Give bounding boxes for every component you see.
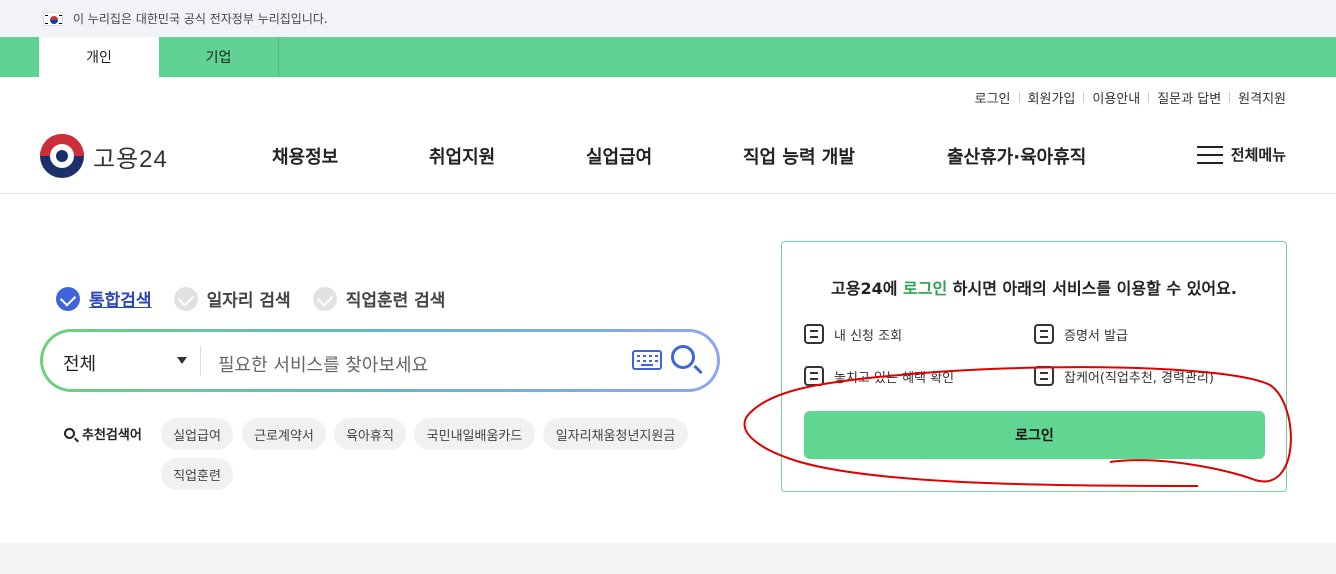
nav-unemployment-benefit[interactable]: 실업급여 bbox=[586, 143, 652, 169]
search-type-options: 통합검색 일자리 검색 직업훈련 검색 bbox=[56, 286, 467, 311]
service-certificate[interactable]: 증명서 발급 bbox=[1034, 324, 1128, 344]
util-signup-link[interactable]: 회원가입 bbox=[1028, 88, 1076, 107]
keyword-chip[interactable]: 국민내일배움카드 bbox=[414, 418, 535, 450]
site-logo[interactable]: 고용24 bbox=[40, 134, 168, 178]
search-option-training[interactable]: 직업훈련 검색 bbox=[312, 286, 446, 311]
util-guide-link[interactable]: 이용안내 bbox=[1092, 88, 1140, 107]
login-button[interactable]: 로그인 bbox=[804, 411, 1265, 459]
audience-tabbar: 개인 기업 bbox=[0, 37, 1336, 77]
gov-emblem-icon bbox=[40, 134, 84, 178]
nav-jobs[interactable]: 채용정보 bbox=[272, 143, 338, 169]
keyword-chip[interactable]: 일자리채움청년지원금 bbox=[543, 418, 688, 450]
search-icon bbox=[64, 428, 75, 439]
keyword-chip[interactable]: 육아휴직 bbox=[334, 418, 406, 450]
checklist-icon bbox=[804, 324, 824, 344]
search-option-integrated[interactable]: 통합검색 bbox=[56, 286, 152, 311]
service-label: 잡케어(직업추천, 경력관리) bbox=[1064, 370, 1214, 386]
career-icon bbox=[1034, 366, 1054, 386]
tab-business[interactable]: 기업 bbox=[159, 37, 279, 77]
search-option-label: 직업훈련 검색 bbox=[345, 291, 446, 311]
header-divider bbox=[0, 193, 1336, 194]
search-option-label: 통합검색 bbox=[89, 291, 152, 311]
caret-down-icon[interactable] bbox=[177, 357, 187, 364]
korean-flag-icon bbox=[43, 11, 63, 26]
service-jobcare[interactable]: 잡케어(직업추천, 경력관리) bbox=[1034, 366, 1214, 386]
footer-band bbox=[0, 543, 1336, 574]
certificate-icon bbox=[1034, 324, 1054, 344]
service-label: 증명서 발급 bbox=[1064, 328, 1128, 344]
search-scope-select[interactable]: 전체 bbox=[63, 350, 96, 376]
divider bbox=[1229, 92, 1231, 103]
util-qna-link[interactable]: 질문과 답변 bbox=[1157, 88, 1221, 107]
divider bbox=[1018, 92, 1020, 103]
keyword-chip[interactable]: 실업급여 bbox=[161, 418, 233, 450]
gov-banner: 이 누리집은 대한민국 공식 전자정부 누리집입니다. bbox=[0, 0, 1336, 37]
divider bbox=[1148, 92, 1150, 103]
gov-banner-text: 이 누리집은 대한민국 공식 전자정부 누리집입니다. bbox=[73, 12, 328, 26]
checked-icon bbox=[56, 286, 80, 311]
unchecked-icon bbox=[312, 286, 337, 311]
search-box: 전체 필요한 서비스를 찾아보세요 bbox=[40, 329, 720, 392]
service-label: 내 신청 조회 bbox=[834, 328, 903, 344]
service-missed-benefits[interactable]: 놓치고 있는 혜택 확인 bbox=[804, 366, 954, 386]
search-icon[interactable] bbox=[671, 345, 695, 369]
keyboard-icon[interactable] bbox=[632, 350, 662, 370]
recommended-label-text: 추천검색어 bbox=[82, 428, 142, 443]
hamburger-icon bbox=[1196, 145, 1223, 164]
search-option-label: 일자리 검색 bbox=[206, 291, 291, 311]
keyword-chip[interactable]: 직업훈련 bbox=[161, 458, 233, 490]
logo-text: 고용24 bbox=[93, 145, 168, 173]
nav-parental-leave[interactable]: 출산휴가·육아휴직 bbox=[947, 143, 1086, 169]
service-my-applications[interactable]: 내 신청 조회 bbox=[804, 324, 902, 344]
unchecked-icon bbox=[173, 286, 198, 311]
keyword-chip[interactable]: 근로계약서 bbox=[242, 418, 326, 450]
utility-links: 로그인 회원가입 이용안내 질문과 답변 원격지원 bbox=[975, 88, 1286, 107]
divider bbox=[200, 346, 201, 376]
util-login-link[interactable]: 로그인 bbox=[975, 88, 1011, 107]
nav-employment-support[interactable]: 취업지원 bbox=[429, 143, 495, 169]
search-input[interactable]: 필요한 서비스를 찾아보세요 bbox=[218, 351, 428, 377]
util-remote-support-link[interactable]: 원격지원 bbox=[1238, 88, 1286, 107]
divider bbox=[1083, 92, 1085, 103]
document-icon bbox=[804, 366, 824, 386]
service-label: 놓치고 있는 혜택 확인 bbox=[834, 370, 955, 386]
all-menu-button[interactable]: 전체메뉴 bbox=[1196, 144, 1286, 165]
login-panel: 고용24에 로그인 하시면 아래의 서비스를 이용할 수 있어요. 내 신청 조… bbox=[781, 241, 1287, 492]
login-panel-title: 고용24에 로그인 하시면 아래의 서비스를 이용할 수 있어요. bbox=[831, 279, 1237, 298]
recommended-label: 추천검색어 bbox=[64, 424, 142, 443]
tab-personal[interactable]: 개인 bbox=[39, 37, 159, 77]
nav-vocational-training[interactable]: 직업 능력 개발 bbox=[743, 143, 855, 169]
all-menu-label: 전체메뉴 bbox=[1230, 146, 1286, 164]
search-option-jobs[interactable]: 일자리 검색 bbox=[173, 286, 291, 311]
